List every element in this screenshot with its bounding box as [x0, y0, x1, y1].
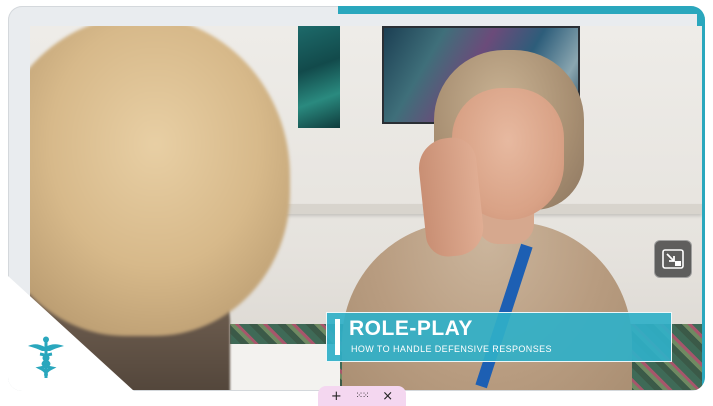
exit-picture-in-picture-icon — [662, 249, 684, 269]
caption-accent-bar — [335, 319, 340, 355]
foreground-person-head — [30, 26, 290, 336]
medical-caduceus-icon — [28, 336, 64, 378]
lower-third-caption: ROLE-PLAY HOW TO HANDLE DEFENSIVE RESPON… — [326, 312, 672, 362]
floating-toolbar: + ⁙⁙ × — [318, 386, 406, 406]
video-scene-painting-left — [298, 26, 340, 128]
close-icon[interactable]: × — [382, 390, 393, 403]
caption-subtitle: HOW TO HANDLE DEFENSIVE RESPONSES — [351, 344, 552, 354]
drag-handle-icon[interactable]: ⁙⁙ — [355, 391, 369, 401]
caption-title: ROLE-PLAY — [349, 317, 473, 340]
plus-icon[interactable]: + — [331, 390, 342, 403]
frame-accent-top — [338, 6, 705, 14]
exit-picture-in-picture-button[interactable] — [654, 240, 692, 278]
